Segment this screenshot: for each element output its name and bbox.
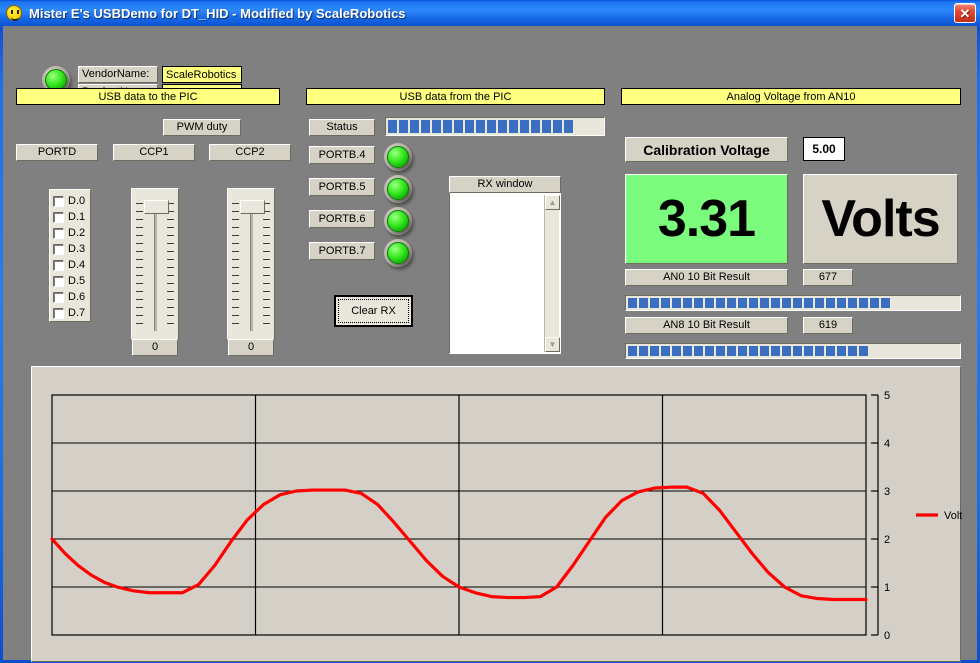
- application-window: Mister E's USBDemo for DT_HID - Modified…: [0, 0, 980, 663]
- checkbox-icon[interactable]: [53, 308, 64, 319]
- checkbox-icon[interactable]: [53, 292, 64, 303]
- clear-rx-button[interactable]: Clear RX: [334, 295, 413, 327]
- ccp1-slider-ticks-left: [136, 203, 143, 331]
- checkbox-icon[interactable]: [53, 244, 64, 255]
- ccp2-slider-track: [250, 209, 253, 331]
- rx-window-scrollbar[interactable]: ▲ ▼: [544, 195, 559, 352]
- scroll-down-icon[interactable]: ▼: [545, 337, 560, 352]
- portd-checkbox-label: D.6: [68, 291, 85, 303]
- window-title: Mister E's USBDemo for DT_HID - Modified…: [29, 6, 406, 21]
- portd-checkbox-d7[interactable]: D.7: [53, 306, 113, 320]
- ccp1-slider-thumb[interactable]: [144, 200, 169, 214]
- svg-text:1: 1: [884, 582, 890, 594]
- pwm-duty-label: PWM duty: [163, 119, 241, 136]
- vendor-name-value: ScaleRobotics: [162, 66, 242, 83]
- status-label: Status: [309, 119, 375, 136]
- svg-text:Volts: Volts: [944, 510, 962, 522]
- portb4-label: PORTB.4: [309, 146, 375, 164]
- portd-checkbox-d0[interactable]: D.0: [53, 194, 113, 208]
- portd-checkbox-d5[interactable]: D.5: [53, 274, 113, 288]
- client-area: VendorName: ScaleRobotics ProductName: C…: [3, 26, 977, 660]
- svg-text:3: 3: [884, 486, 890, 498]
- portb5-label: PORTB.5: [309, 178, 375, 196]
- an0-progress-segments: [628, 298, 890, 308]
- checkbox-icon[interactable]: [53, 212, 64, 223]
- portd-checkbox-d4[interactable]: D.4: [53, 258, 113, 272]
- checkbox-icon[interactable]: [53, 276, 64, 287]
- vendor-name-label: VendorName:: [78, 66, 158, 83]
- scroll-down-glyph: ▼: [549, 340, 557, 349]
- portb7-label: PORTB.7: [309, 242, 375, 260]
- voltage-unit-display: Volts: [803, 174, 958, 264]
- portb5-led: [387, 178, 409, 200]
- portb6-label: PORTB.6: [309, 210, 375, 228]
- an8-progress-segments: [628, 346, 868, 356]
- ccp1-value: 0: [132, 339, 178, 356]
- voltage-value: 3.31: [658, 189, 755, 249]
- voltage-chart: 0 1 2 3 4 5 Volts: [32, 367, 962, 663]
- scroll-up-glyph: ▲: [549, 198, 557, 207]
- portd-checkbox-d6[interactable]: D.6: [53, 290, 113, 304]
- calibration-voltage-label: Calibration Voltage: [625, 137, 788, 162]
- rx-window[interactable]: ▲ ▼: [449, 176, 561, 354]
- panel-title-analog-voltage: Analog Voltage from AN10: [621, 88, 961, 105]
- svg-text:0: 0: [884, 630, 890, 642]
- ccp2-slider-ticks-left: [232, 203, 239, 331]
- portd-checkbox-label: D.3: [68, 243, 85, 255]
- checkbox-icon[interactable]: [53, 228, 64, 239]
- portb4-led: [387, 146, 409, 168]
- portd-checkbox-label: D.4: [68, 259, 85, 271]
- ccp2-label: CCP2: [209, 144, 291, 161]
- an8-result-value: 619: [803, 317, 853, 334]
- scroll-up-icon[interactable]: ▲: [545, 195, 560, 210]
- status-progress-bar: [385, 117, 605, 136]
- portd-checkbox-d3[interactable]: D.3: [53, 242, 113, 256]
- title-bar: Mister E's USBDemo for DT_HID - Modified…: [0, 0, 980, 26]
- ccp1-slider-track: [154, 209, 157, 331]
- voltage-unit-label: Volts: [821, 189, 939, 249]
- ccp2-slider-ticks-right: [263, 203, 270, 331]
- voltage-chart-panel: 0 1 2 3 4 5 Volts: [31, 366, 961, 662]
- svg-text:2: 2: [884, 534, 890, 546]
- portd-checkbox-label: D.7: [68, 307, 85, 319]
- portd-checkbox-list: D.0 D.1 D.2 D.3 D.4 D.5 D.6 D.7: [49, 189, 91, 322]
- checkbox-icon[interactable]: [53, 196, 64, 207]
- calibration-voltage-input[interactable]: 5.00: [803, 137, 845, 161]
- ccp2-slider-thumb[interactable]: [240, 200, 265, 214]
- portb6-led: [387, 210, 409, 232]
- ccp1-label: CCP1: [113, 144, 195, 161]
- rx-window-title: RX window: [449, 176, 561, 193]
- an8-result-label: AN8 10 Bit Result: [625, 317, 788, 334]
- clear-rx-button-label: Clear RX: [351, 305, 396, 317]
- svg-text:4: 4: [884, 438, 890, 450]
- portd-checkbox-d2[interactable]: D.2: [53, 226, 113, 240]
- ccp2-slider[interactable]: [227, 188, 275, 340]
- an8-progress-bar: [625, 343, 961, 359]
- ccp2-value: 0: [228, 339, 274, 356]
- voltage-display: 3.31: [625, 174, 788, 264]
- checkbox-icon[interactable]: [53, 260, 64, 271]
- smiley-icon: [6, 5, 22, 21]
- close-icon: ✕: [960, 7, 971, 20]
- an0-result-label: AN0 10 Bit Result: [625, 269, 788, 286]
- ccp1-slider[interactable]: [131, 188, 179, 340]
- portd-label: PORTD: [16, 144, 98, 161]
- ccp1-slider-ticks-right: [167, 203, 174, 331]
- panel-title-usb-from-pic: USB data from the PIC: [306, 88, 605, 105]
- portb7-led: [387, 242, 409, 264]
- status-progress-segments: [388, 120, 573, 133]
- close-button[interactable]: ✕: [954, 3, 976, 23]
- portd-checkbox-d1[interactable]: D.1: [53, 210, 113, 224]
- an0-result-value: 677: [803, 269, 853, 286]
- portd-checkbox-label: D.0: [68, 195, 85, 207]
- an0-progress-bar: [625, 295, 961, 311]
- svg-text:5: 5: [884, 390, 890, 402]
- portd-checkbox-label: D.2: [68, 227, 85, 239]
- portd-checkbox-label: D.5: [68, 275, 85, 287]
- portd-checkbox-label: D.1: [68, 211, 85, 223]
- panel-title-usb-to-pic: USB data to the PIC: [16, 88, 280, 105]
